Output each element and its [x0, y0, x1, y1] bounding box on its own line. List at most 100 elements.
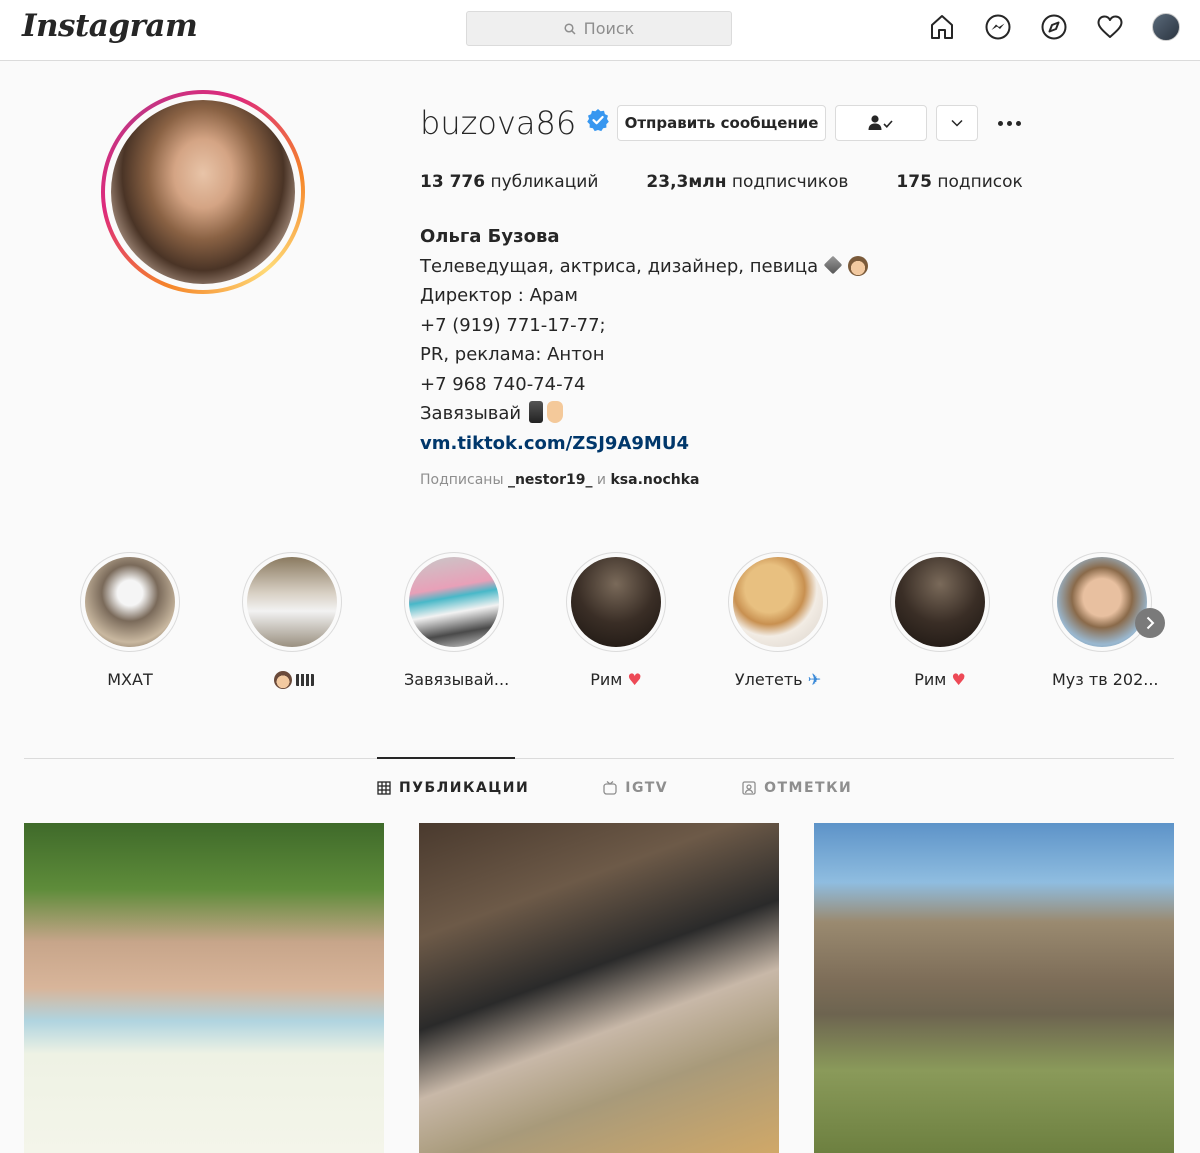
instagram-logo[interactable]: Instagram [22, 8, 198, 44]
profile-tabs: ПУБЛИКАЦИИ IGTV ОТМЕТКИ [377, 780, 926, 796]
full-name: Ольга Бузова [420, 226, 560, 247]
highlight-item[interactable]: Завязывай... [404, 552, 510, 689]
following-count-label: подписок [937, 172, 1023, 192]
followed-by-prefix: Подписаны [420, 472, 504, 488]
bio-line-text: Завязывай [420, 403, 522, 424]
bio-line: +7 (919) 771-17-77; [420, 314, 606, 336]
highlight-cover [1057, 557, 1147, 647]
highlight-item[interactable]: Рим ♥ [890, 552, 990, 689]
chevron-right-icon [1146, 616, 1155, 630]
highlight-cover [85, 557, 175, 647]
music-emoji-icon [296, 674, 314, 686]
chevron-down-icon [951, 119, 963, 127]
following-button[interactable] [835, 105, 927, 141]
woman-emoji-icon [274, 671, 292, 689]
send-message-button[interactable]: Отправить сообщение [617, 105, 826, 141]
highlight-ring [242, 552, 342, 652]
highlight-label: Муз тв 202... [1052, 670, 1159, 689]
highlight-ring [80, 552, 180, 652]
highlight-label: Рим ♥ [890, 670, 990, 689]
following-count[interactable]: 175 подписок [896, 172, 1022, 192]
bio-line: PR, реклама: Антон [420, 344, 605, 365]
phone-emoji-icon [529, 401, 544, 423]
explore-icon[interactable] [1040, 13, 1068, 41]
bio-line: +7 968 740-74-74 [420, 373, 586, 395]
more-dot-icon [1006, 120, 1012, 126]
highlight-ring [404, 552, 504, 652]
woman-emoji-icon [848, 255, 869, 276]
post-thumbnail[interactable] [24, 823, 384, 1153]
search-placeholder: Поиск [583, 19, 635, 38]
post-thumbnail[interactable] [814, 823, 1174, 1153]
more-dot-icon [1015, 120, 1021, 126]
username: buzova86 [420, 104, 577, 142]
bio-line: Телеведущая, актриса, дизайнер, певица [420, 252, 869, 282]
post-thumbnail[interactable] [419, 823, 779, 1153]
bio-line: Завязывай [420, 399, 868, 429]
tab-label: ПУБЛИКАЦИИ [399, 780, 530, 796]
highlight-cover [409, 557, 499, 647]
microphone-emoji-icon [823, 255, 843, 274]
highlight-item[interactable]: Рим ♥ [566, 552, 666, 689]
tab-igtv[interactable]: IGTV [603, 780, 668, 796]
highlight-cover [895, 557, 985, 647]
tab-label: ОТМЕТКИ [764, 780, 853, 796]
home-icon[interactable] [928, 13, 956, 41]
following-count-value: 175 [896, 172, 932, 192]
highlight-label-text: Рим [914, 670, 947, 689]
messenger-icon[interactable] [984, 13, 1012, 41]
profile-stats: 13 776 публикаций 23,3млн подписчиков 17… [420, 172, 1071, 192]
search-input[interactable]: Поиск [466, 11, 732, 46]
tab-posts[interactable]: ПУБЛИКАЦИИ [377, 780, 529, 796]
highlights-next-button[interactable] [1135, 608, 1165, 638]
posts-count-value: 13 776 [420, 172, 486, 192]
followers-count[interactable]: 23,3млн подписчиков [646, 172, 848, 192]
posts-count: 13 776 публикаций [420, 172, 598, 192]
verified-badge-icon [587, 109, 610, 132]
profile-avatar[interactable] [1152, 13, 1180, 41]
red-heart-emoji-icon: ♥ [627, 670, 642, 689]
highlight-item[interactable]: МХАТ [80, 552, 180, 689]
highlight-cover [247, 557, 337, 647]
tab-label: IGTV [625, 780, 669, 796]
top-navigation-bar: Instagram Поиск [0, 0, 1200, 61]
more-dot-icon [997, 120, 1003, 126]
highlight-item[interactable]: Улететь ✈ [728, 552, 828, 689]
highlight-label: Улететь ✈ [728, 670, 828, 689]
active-tab-indicator [377, 757, 515, 759]
highlight-ring [890, 552, 990, 652]
username-row: buzova86 [420, 104, 610, 142]
profile-photo[interactable] [101, 90, 305, 294]
story-highlights: МХАТ Завязывай... Рим ♥ Улететь ✈ Рим ♥ … [80, 552, 1180, 702]
highlight-cover [571, 557, 661, 647]
bio-website-link[interactable]: vm.tiktok.com/ZSJ9A9MU4 [420, 433, 689, 454]
nav-icons [928, 13, 1180, 41]
suggested-accounts-dropdown[interactable] [936, 105, 978, 141]
followed-by-user: ksa.nochka [610, 472, 700, 488]
tabs-divider [24, 758, 1174, 759]
highlight-item[interactable] [242, 552, 342, 689]
tagged-icon [742, 781, 756, 795]
followed-by[interactable]: Подписаны _nestor19_ и ksa.nochka [420, 472, 700, 488]
followed-by-user: _nestor19_ [507, 472, 593, 488]
highlight-label: Завязывай... [404, 670, 510, 689]
bio-line: Директор : Арам [420, 285, 578, 306]
highlight-ring [1052, 552, 1152, 652]
red-heart-emoji-icon: ♥ [951, 670, 966, 689]
more-options-button[interactable] [994, 112, 1024, 134]
highlight-ring [728, 552, 828, 652]
tab-tagged[interactable]: ОТМЕТКИ [742, 780, 852, 796]
airplane-emoji-icon: ✈ [807, 670, 822, 689]
highlight-label-text: Рим [590, 670, 623, 689]
igtv-icon [603, 781, 617, 795]
posts-count-label: публикаций [490, 172, 599, 192]
highlight-cover [733, 557, 823, 647]
highlight-label: Рим ♥ [566, 670, 666, 689]
pointing-down-emoji-icon [547, 401, 564, 423]
highlight-label [242, 670, 342, 689]
avatar [111, 100, 295, 284]
highlight-label-text: Улететь [734, 670, 803, 689]
profile-bio: Ольга Бузова Телеведущая, актриса, дизай… [420, 222, 869, 458]
heart-icon[interactable] [1096, 13, 1124, 41]
grid-icon [377, 781, 391, 795]
